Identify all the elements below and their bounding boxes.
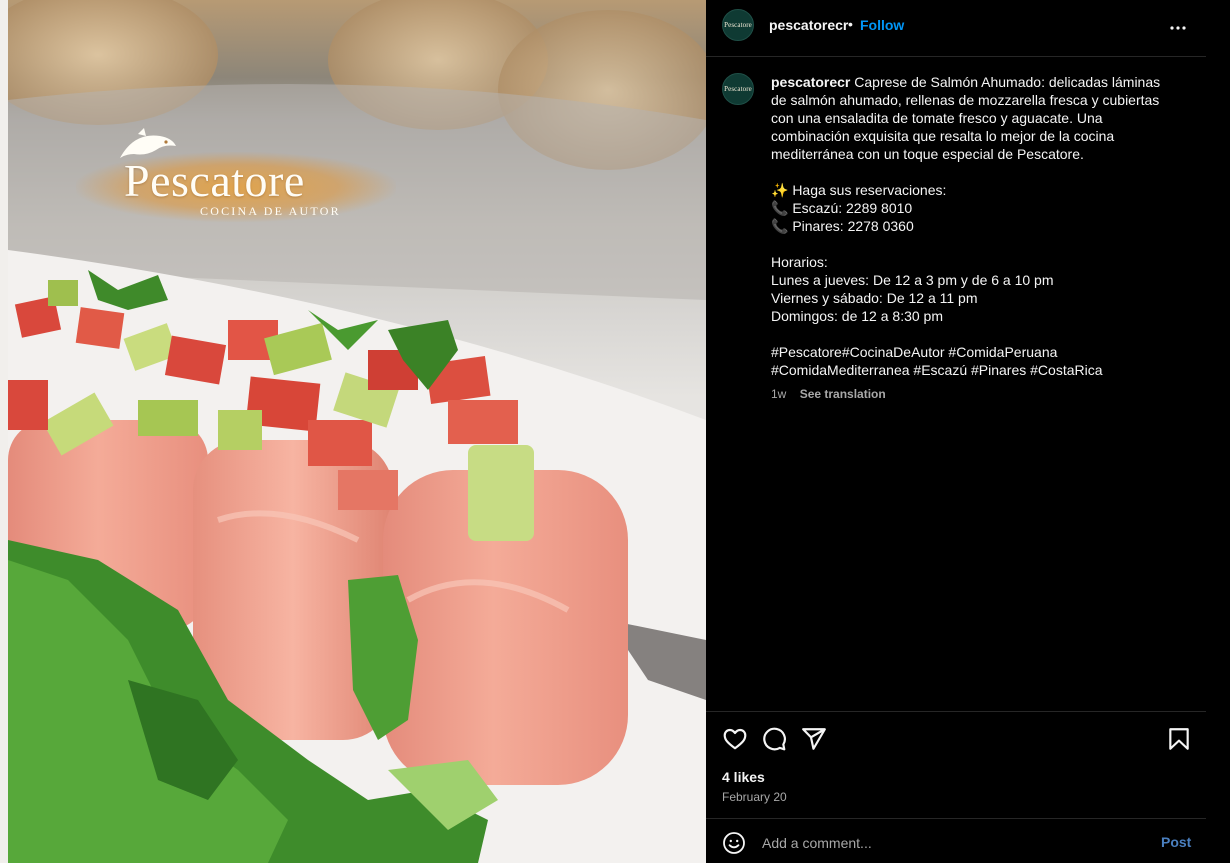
more-options-icon[interactable] bbox=[1166, 16, 1190, 40]
media-edge bbox=[0, 0, 8, 863]
post-media[interactable]: Pescatore COCINA DE AUTOR bbox=[0, 0, 706, 863]
heart-icon[interactable] bbox=[722, 726, 748, 752]
post-details-panel: Pescatore pescatorecr • Follow Pescatore… bbox=[706, 0, 1206, 863]
caption-paragraph: pescatorecr Caprese de Salmón Ahumado: d… bbox=[771, 73, 1171, 163]
hours-title: Horarios: bbox=[771, 254, 828, 270]
caption-meta: 1w See translation bbox=[771, 387, 886, 401]
hours-weekdays: Lunes a jueves: De 12 a 3 pm y de 6 a 10… bbox=[771, 272, 1054, 288]
see-translation-button[interactable]: See translation bbox=[800, 387, 886, 401]
hashtags-line-1[interactable]: #Pescatore#CocinaDeAutor #ComidaPeruana bbox=[771, 343, 1171, 361]
hours-friday-saturday: Viernes y sábado: De 12 a 11 pm bbox=[771, 290, 978, 306]
page-gutter bbox=[1206, 0, 1230, 863]
post-comment-button[interactable]: Post bbox=[1161, 834, 1191, 850]
caption-avatar[interactable]: Pescatore bbox=[722, 73, 754, 105]
reservations-title: ✨ Haga sus reservaciones: bbox=[771, 182, 947, 198]
avatar-text: Pescatore bbox=[724, 21, 752, 29]
header-separator: • bbox=[848, 16, 853, 32]
post-header: Pescatore pescatorecr • Follow bbox=[706, 0, 1206, 57]
likes-count[interactable]: 4 likes bbox=[722, 769, 765, 785]
phone-pinares: 📞 Pinares: 2278 0360 bbox=[771, 218, 914, 234]
brand-logo: Pescatore COCINA DE AUTOR bbox=[76, 128, 396, 228]
comment-box: Post bbox=[706, 818, 1206, 863]
share-icon[interactable] bbox=[801, 726, 827, 752]
phone-escazu: 📞 Escazú: 2289 8010 bbox=[771, 200, 913, 216]
hours-sunday: Domingos: de 12 a 8:30 pm bbox=[771, 308, 943, 324]
post-actions: 4 likes February 20 bbox=[706, 711, 1206, 817]
caption-section: Pescatore pescatorecr Caprese de Salmón … bbox=[706, 58, 1206, 710]
post-time-ago[interactable]: 1w bbox=[771, 387, 786, 401]
food-photo-illustration bbox=[8, 0, 706, 863]
post-date[interactable]: February 20 bbox=[722, 790, 787, 804]
header-username[interactable]: pescatorecr bbox=[769, 17, 848, 33]
caption-avatar-text: Pescatore bbox=[724, 85, 752, 93]
hashtags-line-2[interactable]: #ComidaMediterranea #Escazú #Pinares #Co… bbox=[771, 361, 1171, 379]
brand-name: Pescatore bbox=[124, 155, 305, 206]
bookmark-icon[interactable] bbox=[1166, 726, 1192, 752]
follow-button[interactable]: Follow bbox=[860, 17, 904, 33]
caption-username[interactable]: pescatorecr bbox=[771, 74, 850, 90]
avatar[interactable]: Pescatore bbox=[722, 9, 754, 41]
comment-icon[interactable] bbox=[761, 726, 787, 752]
emoji-icon[interactable] bbox=[722, 831, 746, 855]
caption-text: pescatorecr Caprese de Salmón Ahumado: d… bbox=[771, 73, 1171, 379]
comment-input[interactable] bbox=[762, 831, 1142, 855]
brand-tagline: COCINA DE AUTOR bbox=[200, 204, 341, 218]
post-photo[interactable]: Pescatore COCINA DE AUTOR bbox=[8, 0, 706, 863]
